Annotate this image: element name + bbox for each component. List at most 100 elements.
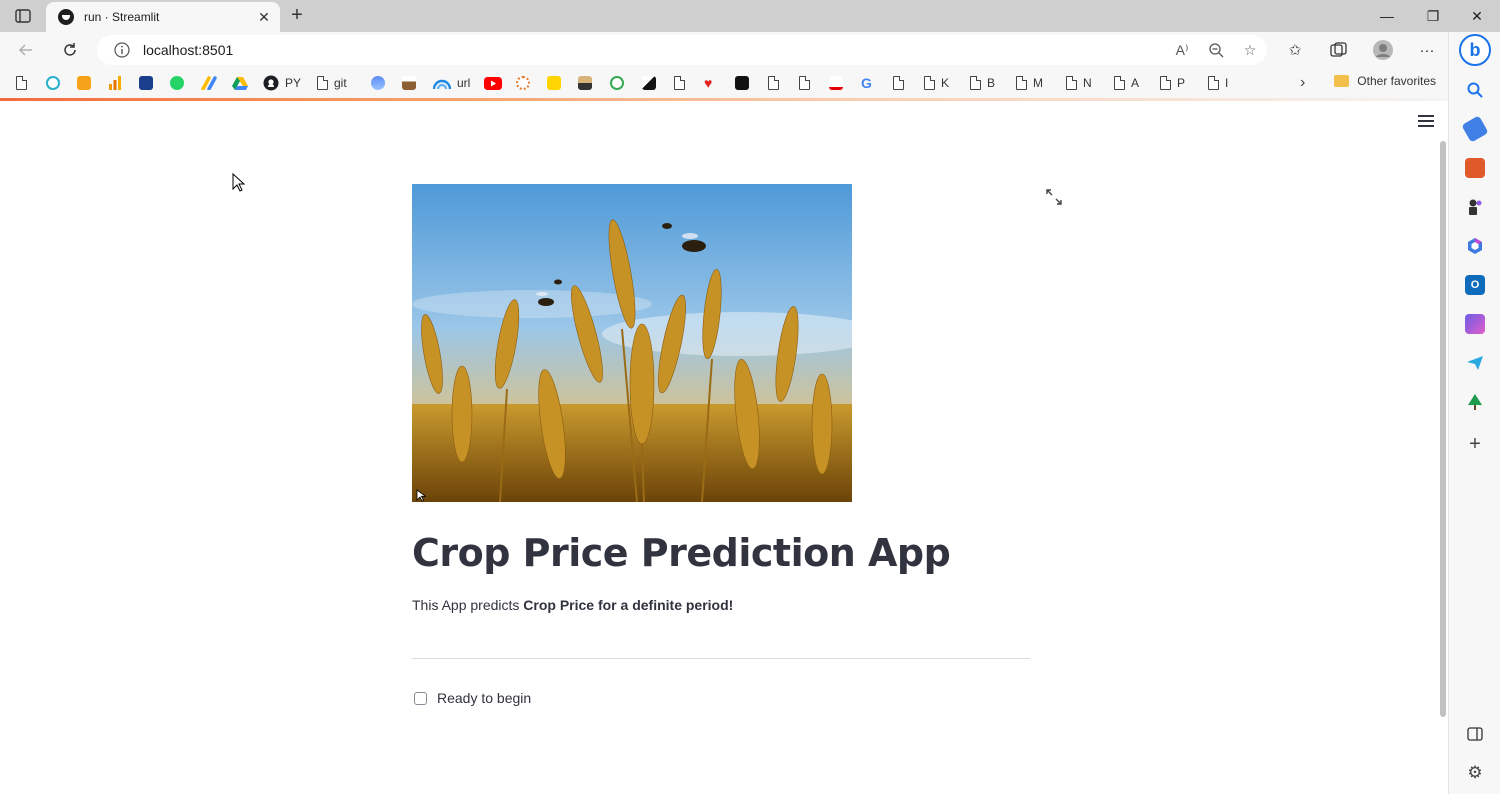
tab-actions-button[interactable] xyxy=(8,4,38,28)
designer-icon[interactable] xyxy=(1465,314,1485,334)
ready-checkbox-row[interactable]: Ready to begin xyxy=(414,690,531,706)
favorite-item[interactable] xyxy=(371,74,385,92)
favorite-item[interactable] xyxy=(829,74,843,92)
ready-checkbox[interactable] xyxy=(414,691,427,705)
add-sidebar-app-icon[interactable]: + xyxy=(1465,433,1485,455)
favorite-label: I xyxy=(1225,76,1229,90)
minimize-button[interactable]: — xyxy=(1364,0,1410,32)
favorite-item[interactable] xyxy=(402,74,416,92)
google-icon: G xyxy=(861,75,872,91)
more-options-icon[interactable]: ··· xyxy=(1412,37,1442,63)
search-icon[interactable] xyxy=(1465,80,1485,100)
new-tab-button[interactable]: + xyxy=(284,4,310,28)
tab-title: run · Streamlit xyxy=(84,10,160,24)
edge-sidebar: b O + ⚙ xyxy=(1448,32,1500,794)
heart-icon: ♥ xyxy=(704,75,713,91)
favorite-item[interactable]: I xyxy=(1208,74,1228,92)
close-window-button[interactable]: ✕ xyxy=(1454,0,1500,32)
bing-chat-icon[interactable]: b xyxy=(1459,34,1491,66)
read-aloud-icon[interactable]: A⁾ xyxy=(1165,35,1199,65)
favorite-item[interactable] xyxy=(674,74,685,92)
collections-icon[interactable] xyxy=(1324,37,1354,63)
favorite-item[interactable] xyxy=(642,74,656,92)
favorite-item[interactable] xyxy=(484,74,502,92)
tab-actions-icon xyxy=(15,9,31,23)
favorite-item[interactable]: B xyxy=(970,74,995,92)
tab-active[interactable]: run · Streamlit ✕ xyxy=(46,2,280,32)
refresh-button[interactable] xyxy=(56,37,84,63)
main-menu-icon[interactable] xyxy=(1418,115,1434,127)
chart-icon xyxy=(109,76,121,90)
browser-window: run · Streamlit ✕ + — ❐ ✕ localhost:8501… xyxy=(0,0,1500,794)
site-info-icon[interactable] xyxy=(113,41,131,59)
bookmark-icon-9 xyxy=(642,76,656,90)
favorite-item[interactable]: M xyxy=(1016,74,1043,92)
favorite-item[interactable]: G xyxy=(861,74,872,92)
bookmark-icon-1 xyxy=(46,76,60,90)
favorite-item[interactable]: P xyxy=(1160,74,1185,92)
page-scrollbar[interactable] xyxy=(1440,141,1446,717)
favorite-item[interactable] xyxy=(516,74,530,92)
favorite-item[interactable] xyxy=(108,74,122,92)
tab-close-button[interactable]: ✕ xyxy=(254,7,274,27)
favorite-item[interactable]: url xyxy=(433,74,470,92)
favorite-item[interactable] xyxy=(735,74,749,92)
hide-sidebar-icon[interactable] xyxy=(1465,724,1485,744)
favorite-item[interactable] xyxy=(170,74,184,92)
page-icon xyxy=(1160,76,1171,90)
favorite-item[interactable]: ♥ xyxy=(704,74,712,92)
fullscreen-expand-icon[interactable] xyxy=(1046,189,1062,205)
url-text[interactable]: localhost:8501 xyxy=(143,42,233,58)
favorite-item[interactable] xyxy=(16,74,27,92)
shopping-tag-icon[interactable] xyxy=(1461,115,1489,143)
restore-button[interactable]: ❐ xyxy=(1410,0,1456,32)
favorite-item[interactable]: git xyxy=(317,74,347,92)
bookmark-icon-8 xyxy=(610,76,624,90)
favorite-item[interactable] xyxy=(232,74,248,92)
send-icon[interactable] xyxy=(1465,353,1485,373)
more-favorites-chevron-icon[interactable]: › xyxy=(1300,74,1305,92)
github-icon xyxy=(263,75,279,91)
microsoft365-icon[interactable] xyxy=(1465,236,1485,256)
favorite-label: P xyxy=(1177,76,1186,90)
section-divider xyxy=(412,658,1030,659)
other-favorites-folder[interactable]: Other favorites xyxy=(1334,74,1436,88)
back-button[interactable] xyxy=(12,37,40,63)
favorite-item[interactable] xyxy=(547,74,561,92)
favorite-item[interactable] xyxy=(46,74,60,92)
description-bold: Crop Price for a definite period! xyxy=(523,597,734,613)
navigation-bar: localhost:8501 A⁾ ☆ ✩ ··· xyxy=(0,32,1448,68)
games-chess-icon[interactable] xyxy=(1465,197,1485,217)
favorite-label: M xyxy=(1033,76,1043,90)
profile-avatar-icon[interactable] xyxy=(1368,37,1398,63)
favorite-item[interactable]: A xyxy=(1114,74,1139,92)
bookmark-icon-5 xyxy=(516,76,530,90)
outlook-icon[interactable]: O xyxy=(1465,275,1485,295)
zoom-out-icon[interactable] xyxy=(1199,35,1233,65)
page-icon xyxy=(674,76,685,90)
address-bar[interactable]: localhost:8501 A⁾ ☆ xyxy=(97,35,1267,65)
settings-gear-icon[interactable]: ⚙ xyxy=(1465,763,1485,783)
favorite-item[interactable] xyxy=(77,74,91,92)
ready-checkbox-label[interactable]: Ready to begin xyxy=(437,690,531,706)
title-bar: run · Streamlit ✕ + — ❐ ✕ xyxy=(0,0,1500,32)
favorite-item[interactable] xyxy=(610,74,624,92)
favorite-item[interactable] xyxy=(578,74,592,92)
favorite-item[interactable] xyxy=(799,74,810,92)
favorite-item[interactable] xyxy=(139,74,153,92)
wave-icon xyxy=(433,79,451,90)
favorites-icon[interactable]: ✩ xyxy=(1280,37,1310,63)
favorite-item[interactable] xyxy=(768,74,779,92)
tree-icon[interactable] xyxy=(1465,392,1485,412)
favorite-item[interactable] xyxy=(201,74,217,92)
add-favorite-icon[interactable]: ☆ xyxy=(1233,35,1267,65)
mouse-cursor-icon xyxy=(232,173,246,192)
tools-briefcase-icon[interactable] xyxy=(1465,158,1485,178)
page-icon xyxy=(970,76,981,90)
favorite-item[interactable]: N xyxy=(1066,74,1092,92)
wheat-field-image xyxy=(412,184,852,502)
favorite-item[interactable] xyxy=(893,74,904,92)
favorite-label: K xyxy=(941,76,950,90)
favorite-item[interactable]: PY xyxy=(263,74,301,92)
favorite-item[interactable]: K xyxy=(924,74,949,92)
